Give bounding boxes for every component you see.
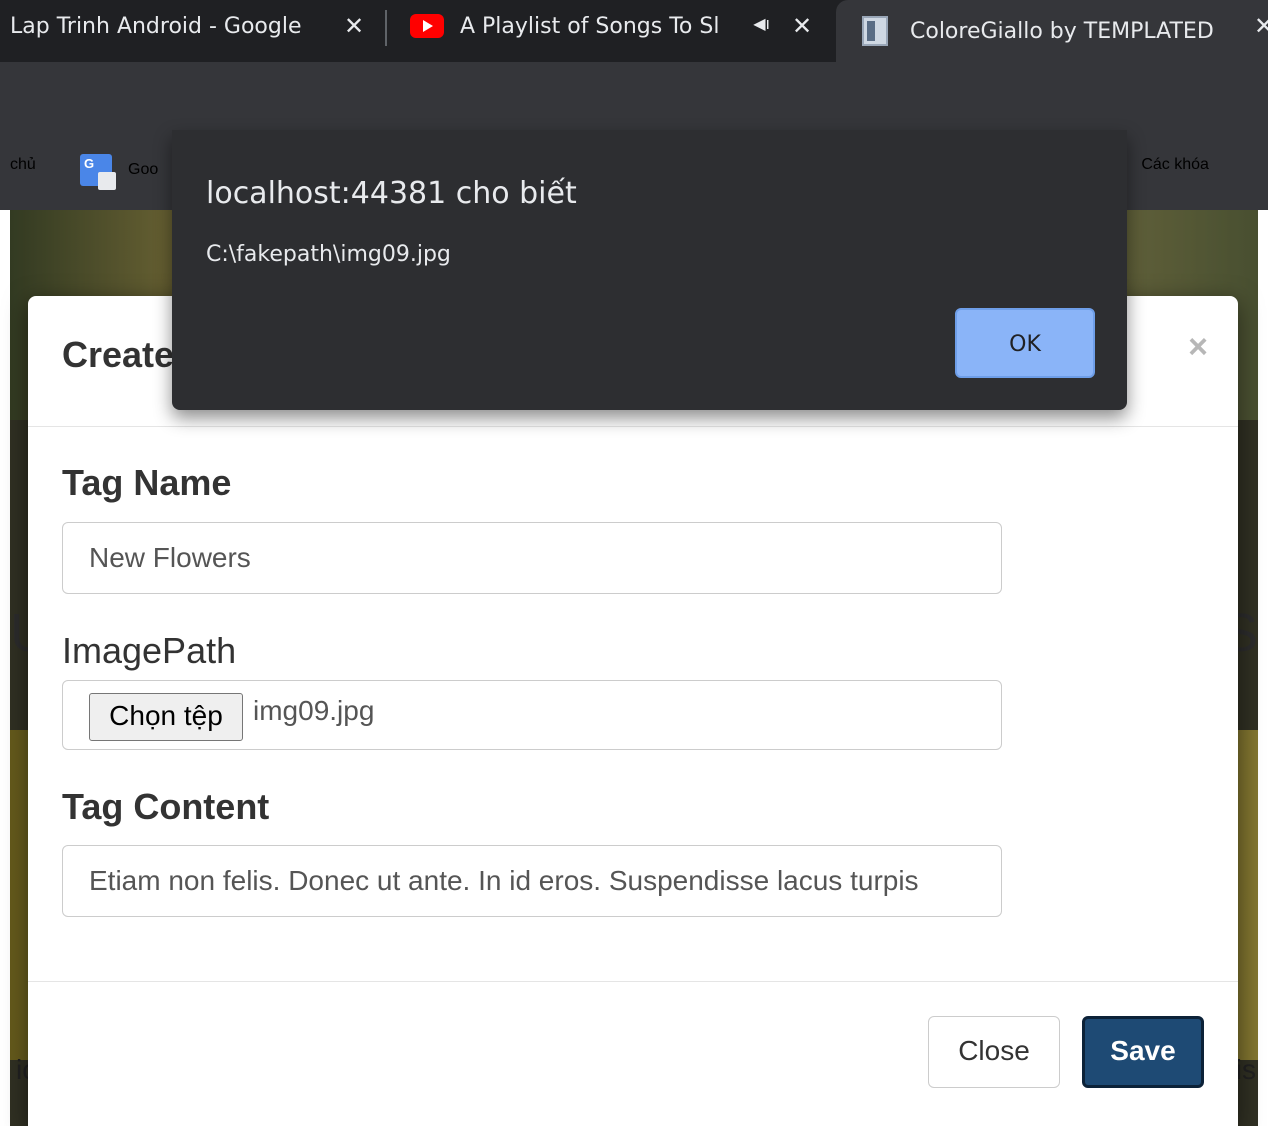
- tag-name-label: Tag Name: [62, 462, 232, 503]
- close-button[interactable]: Close: [928, 1016, 1060, 1088]
- close-tab-icon[interactable]: ✕: [342, 12, 366, 40]
- youtube-icon: [410, 14, 444, 38]
- tag-name-input[interactable]: New Flowers: [62, 522, 1002, 594]
- bookmark-label: Goo: [128, 161, 159, 178]
- document-icon: [862, 16, 888, 46]
- image-path-label: ImagePath: [62, 630, 237, 671]
- tab-title: Lap Trinh Android - Google: [10, 13, 302, 39]
- tab-title: ColoreGiallo by TEMPLATED: [910, 18, 1214, 44]
- close-tab-icon[interactable]: ✕: [1252, 12, 1268, 40]
- choose-file-button[interactable]: Chọn tệp: [89, 693, 243, 741]
- tag-content-input[interactable]: Etiam non felis. Donec ut ante. In id er…: [62, 845, 1002, 917]
- image-path-file-input[interactable]: Chọn tệp img09.jpg: [62, 680, 1002, 750]
- bookmark-google-translate[interactable]: G Goo: [80, 154, 159, 190]
- alert-title: localhost:44381 cho biết: [206, 176, 577, 211]
- bookmark-item[interactable]: chủ: [10, 156, 36, 174]
- modal-footer-divider: [28, 981, 1238, 982]
- alert-message: C:\fakepath\img09.jpg: [206, 242, 451, 267]
- create-tag-modal: Create × Tag Name New Flowers ImagePath …: [28, 296, 1238, 1126]
- close-icon[interactable]: ×: [1188, 328, 1208, 367]
- tab-separator: [385, 10, 387, 46]
- tab-title: A Playlist of Songs To Sl: [460, 13, 720, 39]
- close-tab-icon[interactable]: ✕: [790, 12, 814, 40]
- ok-button[interactable]: OK: [955, 308, 1095, 378]
- browser-alert-dialog: localhost:44381 cho biết C:\fakepath\img…: [172, 130, 1127, 410]
- tag-content-label: Tag Content: [62, 786, 270, 827]
- bookmark-label: Các khóa: [1141, 156, 1209, 173]
- tab-coloregiallo[interactable]: ColoreGiallo by TEMPLATED ✕: [836, 0, 1268, 62]
- tab-playlist[interactable]: A Playlist of Songs To Sl ◀ı ✕: [410, 0, 814, 52]
- bookmark-cac-khoa[interactable]: ‹ Các khóa: [1122, 156, 1209, 174]
- browser-tab-strip: Lap Trinh Android - Google ✕ A Playlist …: [0, 0, 1268, 62]
- modal-title: Create: [62, 334, 175, 375]
- address-bar-area: [0, 62, 1268, 130]
- google-translate-icon: G: [80, 154, 116, 190]
- tab-lap-trinh-android[interactable]: Lap Trinh Android - Google ✕: [10, 0, 366, 52]
- save-button[interactable]: Save: [1082, 1016, 1204, 1088]
- selected-file-name: img09.jpg: [253, 695, 375, 726]
- audio-playing-icon[interactable]: ◀ı: [753, 14, 770, 33]
